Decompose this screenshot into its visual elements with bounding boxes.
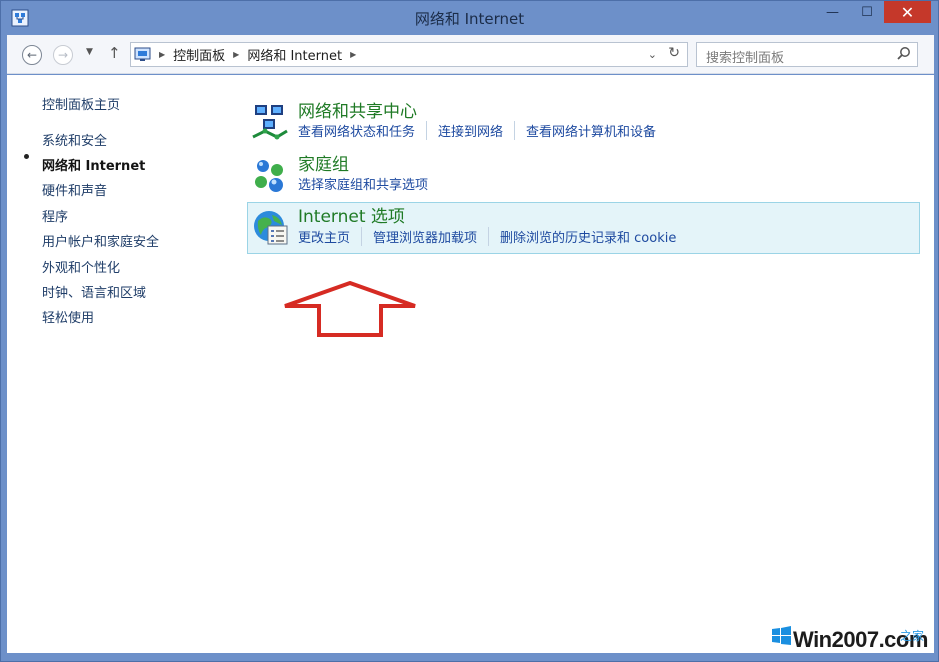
red-up-arrow-icon — [284, 281, 416, 337]
sidebar-item-system-security[interactable]: 系统和安全 — [42, 130, 107, 149]
category-links: 选择家庭组和共享选项 — [298, 174, 450, 193]
category-homegroup: 家庭组 选择家庭组和共享选项 — [247, 150, 920, 202]
sidebar-item-network-internet[interactable]: 网络和 Internet — [42, 155, 145, 174]
up-button[interactable]: ↑ — [108, 44, 121, 62]
category-title-internet-options[interactable]: Internet 选项 — [298, 202, 405, 227]
sidebar-item-home[interactable]: 控制面板主页 — [42, 94, 120, 113]
link-homegroup-sharing-options[interactable]: 选择家庭组和共享选项 — [298, 174, 439, 193]
search-input[interactable]: 搜索控制面板 — [696, 42, 918, 67]
maximize-button[interactable]: ☐ — [850, 1, 884, 23]
internet-options-icon — [254, 211, 288, 245]
breadcrumb-separator-icon[interactable]: ▶ — [350, 50, 356, 59]
forward-arrow-icon: → — [57, 48, 69, 62]
back-arrow-icon: ← — [26, 48, 38, 62]
title-bar[interactable]: 网络和 Internet — ☐ ✕ — [1, 1, 938, 35]
back-button[interactable]: ← — [22, 45, 42, 65]
windows-logo-icon — [772, 626, 791, 645]
breadcrumb-network-internet[interactable]: 网络和 Internet — [247, 45, 342, 64]
sidebar-item-programs[interactable]: 程序 — [42, 206, 68, 225]
control-panel-icon — [134, 47, 151, 61]
minimize-button[interactable]: — — [815, 1, 850, 23]
sidebar-item-ease-of-access[interactable]: 轻松使用 — [42, 307, 94, 326]
refresh-icon[interactable]: ↻ — [668, 45, 680, 61]
content-area: 控制面板主页 系统和安全 网络和 Internet 硬件和声音 程序 用户帐户和… — [7, 75, 934, 653]
control-panel-window: 网络和 Internet — ☐ ✕ ← → ▼ ↑ ▶ 控制面板 ▶ 网络和 … — [0, 0, 939, 662]
address-toolbar: ← → ▼ ↑ ▶ 控制面板 ▶ 网络和 Internet ▶ ⌄ ↻ 搜索控制… — [7, 35, 934, 74]
watermark-tail: 之家 — [900, 629, 925, 643]
sidebar-item-hardware-sound[interactable]: 硬件和声音 — [42, 180, 107, 199]
link-change-home-page[interactable]: 更改主页 — [298, 227, 363, 246]
sidebar-item-user-accounts[interactable]: 用户帐户和家庭安全 — [42, 231, 159, 250]
search-placeholder: 搜索控制面板 — [706, 51, 785, 66]
breadcrumb-separator-icon: ▶ — [233, 50, 240, 59]
address-field[interactable]: ▶ 控制面板 ▶ 网络和 Internet ▶ ⌄ ↻ — [130, 42, 688, 67]
category-title-network-sharing-center[interactable]: 网络和共享中心 — [298, 97, 417, 122]
category-links: 更改主页 管理浏览器加载项 删除浏览的历史记录和 cookie — [298, 227, 698, 246]
breadcrumb-separator-icon: ▶ — [159, 50, 166, 59]
link-connect-to-network[interactable]: 连接到网络 — [438, 121, 516, 140]
up-arrow-icon: ↑ — [108, 44, 121, 62]
category-internet-options[interactable]: Internet 选项 更改主页 管理浏览器加载项 删除浏览的历史记录和 coo… — [247, 202, 920, 254]
link-view-network-status[interactable]: 查看网络状态和任务 — [298, 121, 428, 140]
link-manage-browser-addons[interactable]: 管理浏览器加载项 — [373, 227, 490, 246]
active-item-bullet — [24, 154, 29, 159]
homegroup-icon — [255, 160, 283, 192]
sidebar-item-clock-language[interactable]: 时钟、语言和区域 — [42, 282, 146, 301]
link-view-network-computers[interactable]: 查看网络计算机和设备 — [526, 121, 667, 140]
category-links: 查看网络状态和任务 连接到网络 查看网络计算机和设备 — [298, 121, 678, 140]
sidebar-item-appearance[interactable]: 外观和个性化 — [42, 257, 120, 276]
breadcrumb-control-panel[interactable]: 控制面板 — [173, 45, 225, 64]
chevron-down-icon[interactable]: ⌄ — [648, 48, 657, 61]
sidebar: 控制面板主页 系统和安全 网络和 Internet 硬件和声音 程序 用户帐户和… — [7, 75, 227, 653]
category-network-sharing-center: 网络和共享中心 查看网络状态和任务 连接到网络 查看网络计算机和设备 — [247, 97, 920, 149]
link-delete-browsing-history[interactable]: 删除浏览的历史记录和 cookie — [500, 227, 687, 246]
network-sharing-center-icon — [252, 105, 288, 140]
close-button[interactable]: ✕ — [884, 1, 931, 23]
watermark: Win2007.com 之家 — [762, 621, 939, 661]
window-title: 网络和 Internet — [414, 10, 525, 28]
category-title-homegroup[interactable]: 家庭组 — [298, 150, 349, 175]
recent-locations-dropdown[interactable]: ▼ — [86, 47, 93, 57]
search-icon[interactable] — [896, 46, 911, 61]
forward-button[interactable]: → — [53, 45, 73, 65]
